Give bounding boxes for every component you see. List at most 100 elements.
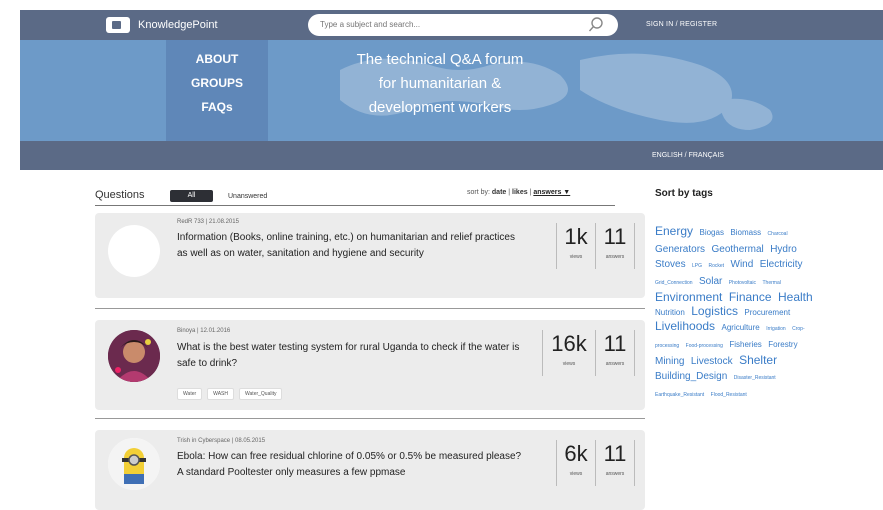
sidebar-tag[interactable]: Forestry	[768, 340, 797, 349]
tagline-line: development workers	[368, 99, 512, 116]
tab-unanswered[interactable]: Unanswered	[228, 193, 267, 200]
tag-chip[interactable]: WASH	[207, 388, 234, 400]
sidebar-tag[interactable]: Procurement	[744, 308, 790, 317]
views-count: 6k	[564, 441, 588, 466]
answers-count: 11	[603, 441, 627, 466]
nav-about[interactable]: ABOUT	[166, 52, 268, 66]
sidebar-tag[interactable]: Disaster_Resistant	[734, 375, 776, 381]
sidebar-tag[interactable]: Generators	[655, 244, 705, 255]
sidebar-tag[interactable]: Solar	[699, 276, 722, 287]
avatar[interactable]	[108, 225, 160, 277]
signin-link[interactable]: SIGN IN / REGISTER	[646, 21, 717, 28]
questions-title: Questions	[95, 189, 145, 201]
nav-groups[interactable]: GROUPS	[166, 76, 268, 90]
sidebar-tag[interactable]: Biomass	[730, 228, 761, 237]
avatar-photo-icon	[108, 330, 160, 382]
sidebar-tag[interactable]: Thermal	[763, 280, 781, 286]
question-meta: Trish in Cyberspace | 08.05.2015	[177, 438, 266, 444]
sidebar-tag[interactable]: Fisheries	[729, 340, 761, 349]
logo[interactable]: KnowledgePoint	[106, 17, 218, 33]
views-label: views	[569, 471, 583, 477]
top-bar: KnowledgePoint SIGN IN / REGISTER	[20, 10, 883, 40]
question-meta: RedR 733 | 21.08.2015	[177, 219, 239, 225]
tag-chip[interactable]: Water_Quality	[238, 388, 283, 400]
sidebar-tag[interactable]: Logistics	[691, 304, 738, 318]
sidebar-tag[interactable]: Charcoal	[768, 231, 788, 237]
language-bar: ENGLISH / FRANÇAIS	[20, 141, 883, 170]
avatar[interactable]	[108, 330, 160, 382]
answers-label: answers	[605, 254, 625, 260]
views-stat: 16k views	[542, 330, 596, 376]
question-title[interactable]: Information (Books, online training, etc…	[177, 230, 527, 262]
language-switch[interactable]: ENGLISH / FRANÇAIS	[652, 152, 724, 159]
answers-count: 11	[603, 331, 627, 356]
avatar-minion-icon	[108, 438, 160, 490]
sidebar-tag[interactable]: Biogas	[699, 228, 723, 237]
sort-likes[interactable]: likes	[512, 189, 528, 196]
divider	[95, 418, 645, 419]
tagline-line: for humanitarian &	[378, 75, 502, 92]
question-stats: 1k views 11 answers	[556, 223, 635, 269]
question-card[interactable]: RedR 733 | 21.08.2015 Information (Books…	[95, 213, 645, 298]
sidebar-tag[interactable]: Grid_Connection	[655, 280, 693, 286]
question-card[interactable]: Trish in Cyberspace | 08.05.2015 Ebola: …	[95, 430, 645, 510]
tag-chip[interactable]: Water	[177, 388, 203, 400]
answers-stat: 11 answers	[596, 330, 635, 376]
sidebar-tag[interactable]: Photovoltaic	[729, 280, 756, 286]
tagline-line: The technical Q&A forum	[356, 51, 524, 68]
views-count: 1k	[564, 224, 588, 249]
sort-label: sort by:	[467, 189, 490, 196]
logo-text: KnowledgePoint	[138, 19, 218, 31]
sidebar-tag[interactable]: Building_Design	[655, 371, 727, 382]
question-title[interactable]: Ebola: How can free residual chlorine of…	[177, 449, 527, 481]
sort-date[interactable]: date	[492, 189, 506, 196]
sidebar-tag[interactable]: Food-processing	[686, 343, 723, 349]
divider	[95, 308, 645, 309]
views-label: views	[569, 254, 583, 260]
sidebar-tag[interactable]: Livestock	[691, 356, 733, 367]
sidebar-tag[interactable]: Electricity	[760, 259, 803, 270]
sort-controls: sort by: date | likes | answers ▼	[467, 189, 571, 196]
search-input[interactable]	[318, 19, 582, 30]
sidebar-tag[interactable]: Nutrition	[655, 308, 685, 317]
sidebar-tag[interactable]: Finance	[729, 290, 772, 304]
views-stat: 6k views	[556, 440, 596, 486]
sidebar-tag[interactable]: Irrigation	[766, 326, 785, 332]
sidebar-tag[interactable]: Rocket	[709, 263, 725, 269]
sidebar-title: Sort by tags	[655, 188, 713, 199]
hero-nav: ABOUT GROUPS FAQs	[166, 40, 268, 141]
sidebar-tag[interactable]: Environment	[655, 290, 722, 304]
answers-count: 11	[603, 224, 627, 249]
avatar[interactable]	[108, 438, 160, 490]
views-count: 16k	[551, 331, 587, 356]
sidebar-tag[interactable]: Mining	[655, 356, 684, 367]
views-label: views	[562, 361, 576, 367]
sidebar-tag[interactable]: Geothermal	[711, 244, 763, 255]
hero-banner: ABOUT GROUPS FAQs The technical Q&A foru…	[20, 40, 883, 141]
sidebar-tag[interactable]: Flood_Resistant	[711, 392, 747, 398]
answers-label: answers	[605, 361, 625, 367]
nav-faqs[interactable]: FAQs	[166, 100, 268, 114]
sidebar-tag[interactable]: LPG	[692, 263, 702, 269]
sidebar-tag[interactable]: Livelihoods	[655, 319, 715, 333]
sidebar-tag[interactable]: Shelter	[739, 353, 777, 367]
question-title[interactable]: What is the best water testing system fo…	[177, 340, 527, 372]
question-tags: Water WASH Water_Quality	[177, 388, 283, 400]
sidebar-tag[interactable]: Hydro	[770, 244, 797, 255]
question-stats: 16k views 11 answers	[542, 330, 635, 376]
sidebar-tag[interactable]: Energy	[655, 224, 693, 238]
sort-answers[interactable]: answers ▼	[533, 189, 570, 196]
search-box[interactable]	[308, 14, 618, 36]
question-card[interactable]: Binoya | 12.01.2016 What is the best wat…	[95, 320, 645, 410]
sidebar-tag[interactable]: Wind	[731, 259, 754, 270]
sidebar-tag[interactable]: Earthquake_Resistant	[655, 392, 704, 398]
sidebar-tag[interactable]: Agriculture	[722, 323, 760, 332]
search-icon[interactable]	[588, 17, 604, 33]
sidebar-tag[interactable]: Health	[778, 290, 813, 304]
question-stats: 6k views 11 answers	[556, 440, 635, 486]
tab-all[interactable]: All	[170, 190, 213, 202]
tagline: The technical Q&A forum for humanitarian…	[330, 48, 550, 120]
views-stat: 1k views	[556, 223, 596, 269]
sidebar-tag[interactable]: Stoves	[655, 259, 686, 270]
answers-stat: 11 answers	[596, 223, 635, 269]
